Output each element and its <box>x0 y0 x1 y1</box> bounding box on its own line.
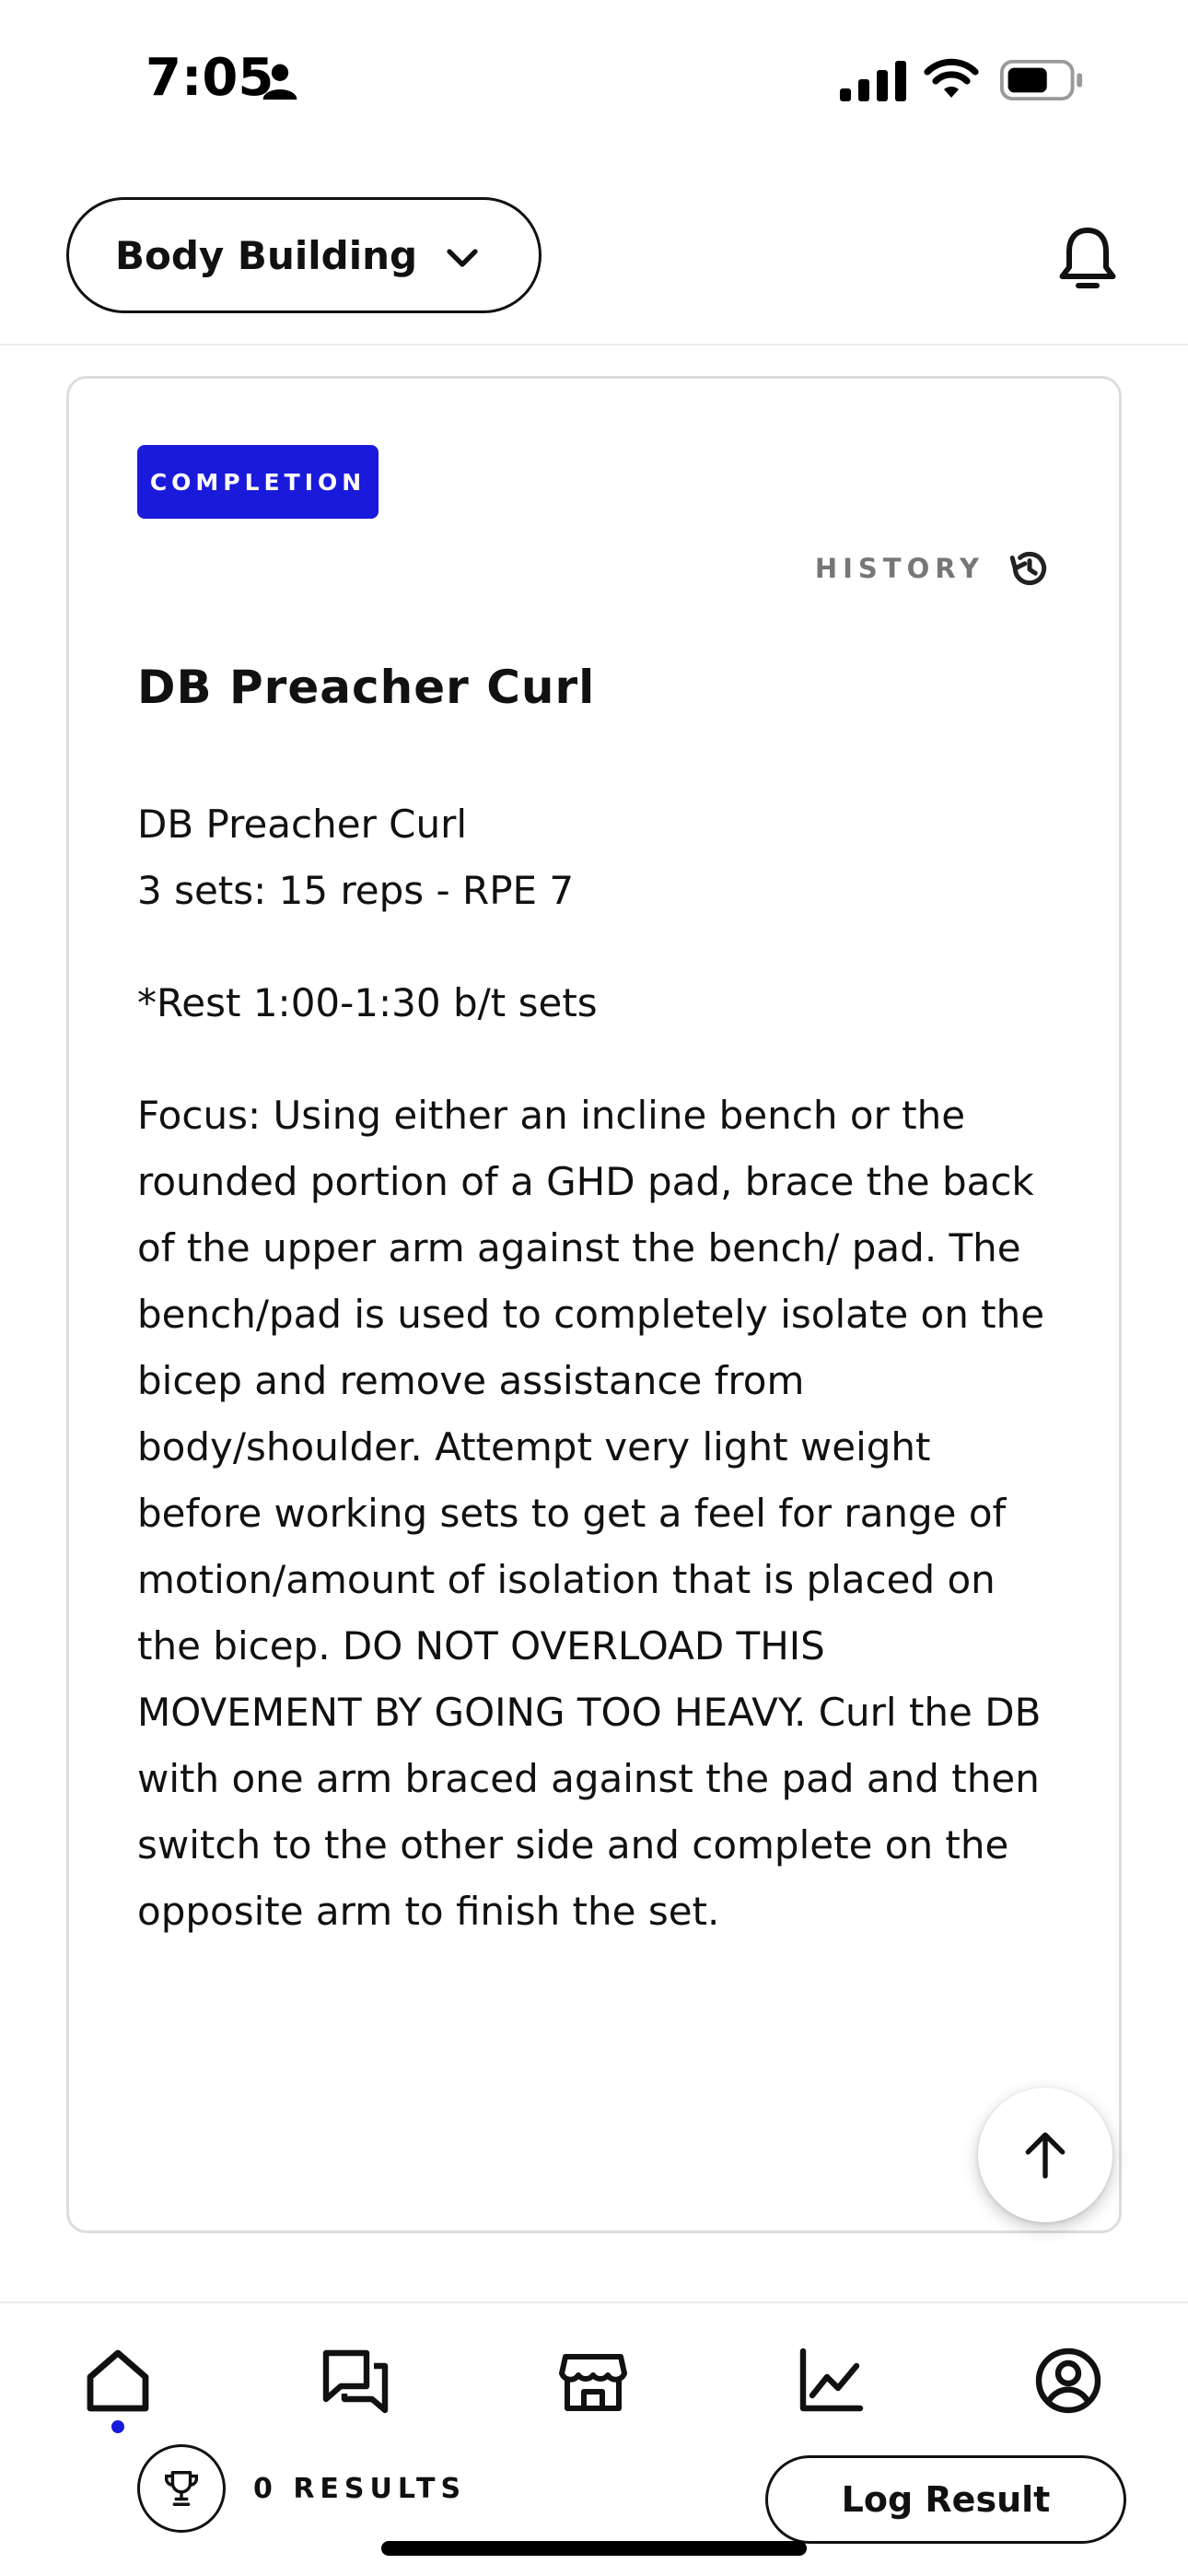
program-selector-label: Body Building <box>115 232 418 278</box>
header: Body Building <box>0 157 1188 345</box>
bottom-tab-bar <box>0 2301 1188 2576</box>
battery-icon <box>999 59 1083 101</box>
exercise-title: DB Preacher Curl <box>137 661 596 714</box>
chart-icon <box>799 2348 864 2412</box>
home-icon <box>87 2349 149 2412</box>
active-tab-indicator <box>111 2420 124 2433</box>
rest-note: *Rest 1:00-1:30 b/t sets <box>137 980 598 1025</box>
focus-description: Focus: Using either an incline bench or … <box>137 1093 1045 1934</box>
scroll-to-top-button[interactable] <box>978 2088 1112 2222</box>
signal-icon <box>840 61 906 101</box>
tab-store[interactable] <box>556 2344 630 2418</box>
tab-profile[interactable] <box>1031 2344 1105 2418</box>
home-indicator <box>381 2541 807 2556</box>
exercise-name: DB Preacher Curl <box>137 802 468 847</box>
tab-progress[interactable] <box>794 2344 868 2418</box>
workout-card: COMPLETION HISTORY DB Preacher Curl DB P… <box>66 376 1126 2544</box>
status-time: 7:05 <box>146 48 274 108</box>
store-icon <box>559 2354 627 2411</box>
tab-home[interactable] <box>81 2344 155 2418</box>
completion-badge: COMPLETION <box>137 445 379 519</box>
tab-messages[interactable] <box>319 2344 392 2418</box>
program-selector[interactable]: Body Building <box>66 197 542 313</box>
bell-icon[interactable] <box>1055 223 1120 293</box>
chevron-down-icon <box>447 249 478 267</box>
arrow-up-icon <box>1025 2132 1066 2179</box>
status-bar: 7:05 <box>0 0 1188 157</box>
exercise-prescription: 3 sets: 15 reps - RPE 7 <box>137 868 575 913</box>
app-screen: 7:05 Body Building COMPLETION HISTORY DB… <box>0 0 1188 2576</box>
person-icon <box>262 64 297 100</box>
profile-icon <box>1035 2348 1101 2414</box>
chat-icon <box>322 2349 389 2414</box>
history-icon <box>1009 551 1047 586</box>
history-link[interactable]: HISTORY <box>815 541 1053 596</box>
history-label: HISTORY <box>814 553 984 584</box>
wifi-icon <box>924 58 979 98</box>
